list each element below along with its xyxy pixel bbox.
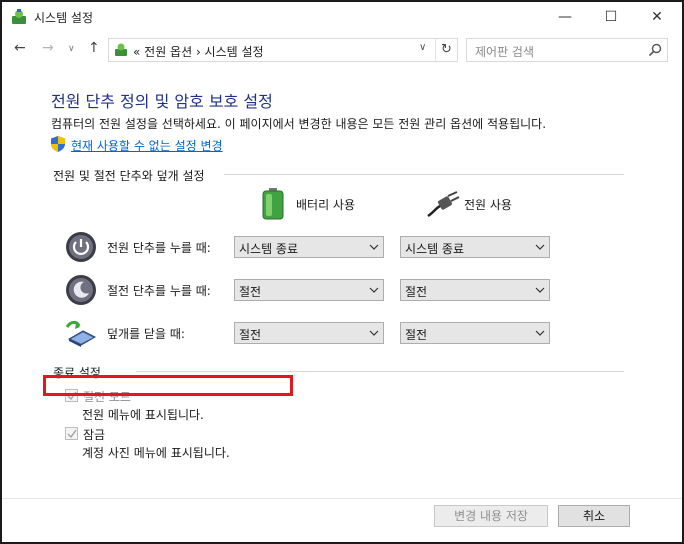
chevron-down-icon	[369, 330, 379, 336]
power-button-battery-select[interactable]: 시스템 종료	[234, 236, 384, 258]
search-box[interactable]: 제어판 검색	[466, 38, 668, 62]
battery-icon	[262, 188, 284, 220]
lock-checkbox[interactable]	[65, 427, 78, 440]
power-plug-icon	[427, 191, 460, 218]
control-panel-icon	[12, 9, 26, 24]
lid-close-row: 덮개를 닫을 때: 절전 절전	[65, 315, 565, 351]
sleep-button-label: 절전 단추를 누를 때:	[107, 284, 211, 298]
power-button-plugged-select[interactable]: 시스템 종료	[400, 236, 550, 258]
power-button-row: 전원 단추를 누를 때: 시스템 종료 시스템 종료	[65, 229, 565, 265]
change-settings-link-text[interactable]: 현재 사용할 수 없는 설정 변경	[71, 137, 223, 154]
laptop-lid-icon	[65, 320, 97, 347]
up-button[interactable]: ↑	[88, 40, 100, 56]
power-button-label: 전원 단추를 누를 때:	[107, 241, 211, 255]
uac-shield-icon	[51, 136, 65, 152]
back-button[interactable]: ←	[14, 40, 26, 56]
title-bar: 시스템 설정 — ☐ ✕	[2, 2, 682, 32]
chevron-down-icon	[369, 287, 379, 293]
address-path[interactable]: « 전원 옵션 › 시스템 설정	[133, 43, 264, 60]
footer-divider	[2, 498, 682, 499]
select-value: 시스템 종료	[239, 242, 299, 256]
lock-description: 계정 사진 메뉴에 표시됩니다.	[82, 446, 230, 460]
power-buttons-section-header: 전원 및 절전 단추와 덮개 설정	[53, 169, 205, 183]
address-bar[interactable]: « 전원 옵션 › 시스템 설정 ∨ ↻	[108, 38, 458, 62]
refresh-button[interactable]: ↻	[435, 39, 457, 61]
lid-close-plugged-select[interactable]: 절전	[400, 322, 550, 344]
maximize-button[interactable]: ☐	[588, 2, 634, 32]
lid-close-battery-select[interactable]: 절전	[234, 322, 384, 344]
lock-label: 잠금	[83, 428, 106, 442]
close-button[interactable]: ✕	[634, 2, 680, 32]
power-button-icon	[66, 232, 96, 262]
chevron-down-icon	[535, 287, 545, 293]
chevron-down-icon	[369, 244, 379, 250]
search-placeholder: 제어판 검색	[475, 45, 535, 59]
navigation-bar: ← → ∨ ↑ « 전원 옵션 › 시스템 설정 ∨ ↻ 제어판 검색	[2, 32, 682, 68]
sleep-button-plugged-select[interactable]: 절전	[400, 279, 550, 301]
chevron-down-icon	[535, 330, 545, 336]
select-value: 절전	[405, 285, 428, 299]
select-value: 절전	[239, 328, 262, 342]
window-title: 시스템 설정	[34, 11, 94, 25]
sleep-button-row: 절전 단추를 누를 때: 절전 절전	[65, 272, 565, 308]
section-divider	[136, 371, 624, 372]
sleep-button-battery-select[interactable]: 절전	[234, 279, 384, 301]
minimize-button[interactable]: —	[542, 2, 588, 32]
address-dropdown-icon[interactable]: ∨	[419, 42, 426, 53]
cancel-button[interactable]: 취소	[558, 505, 630, 527]
forward-button[interactable]: →	[42, 40, 54, 56]
lid-close-label: 덮개를 닫을 때:	[107, 327, 185, 341]
page-title: 전원 단추 정의 및 암호 보호 설정	[51, 92, 273, 111]
battery-column-label: 배터리 사용	[296, 198, 356, 212]
sleep-mode-description: 전원 메뉴에 표시됩니다.	[82, 408, 204, 422]
recent-locations-dropdown[interactable]: ∨	[68, 44, 75, 54]
select-value: 절전	[239, 285, 262, 299]
chevron-down-icon	[535, 244, 545, 250]
search-icon[interactable]	[647, 42, 663, 58]
save-changes-button[interactable]: 변경 내용 저장	[434, 505, 548, 527]
plugged-in-column-label: 전원 사용	[464, 198, 512, 212]
highlight-annotation-box	[43, 375, 293, 396]
select-value: 절전	[405, 328, 428, 342]
system-settings-window: 시스템 설정 — ☐ ✕ ← → ∨ ↑ « 전원 옵션 › 시스템 설정 ∨ …	[0, 0, 684, 544]
section-divider	[224, 174, 624, 175]
select-value: 시스템 종료	[405, 242, 465, 256]
control-panel-icon	[115, 43, 127, 56]
sleep-button-icon	[66, 275, 96, 305]
checkmark-icon	[67, 429, 77, 439]
page-description: 컴퓨터의 전원 설정을 선택하세요. 이 페이지에서 변경한 내용은 모든 전원…	[51, 117, 547, 131]
